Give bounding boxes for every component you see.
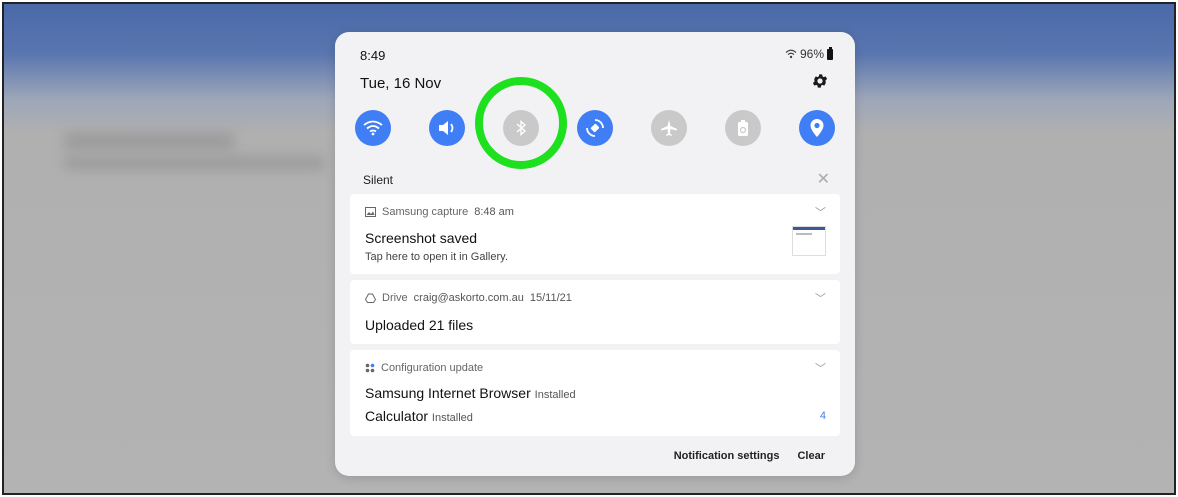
clear-button[interactable]: Clear	[797, 450, 825, 462]
wifi-toggle[interactable]	[355, 110, 391, 146]
status-time: 8:49	[360, 48, 386, 63]
chevron-down-icon[interactable]: ﹀	[815, 204, 826, 220]
installed-status: Installed	[431, 412, 473, 424]
notification-panel: 8:49 96% Tue, 16 Nov Silent ✕ Samsung ca…	[335, 32, 855, 476]
wifi-icon	[363, 120, 383, 136]
battery-icon	[827, 46, 833, 60]
notification-title: Uploaded 21 files	[365, 317, 474, 333]
image-icon	[365, 207, 376, 217]
notification-drive[interactable]: Drive craig@askorto.com.au 15/11/21 ﹀ Up…	[350, 280, 840, 344]
notification-settings-button[interactable]: Notification settings	[674, 450, 780, 462]
gear-icon[interactable]	[811, 72, 829, 90]
airplane-mode-toggle[interactable]	[651, 110, 687, 146]
battery-percent: 96%	[799, 47, 824, 61]
background-blur-subtitle	[64, 156, 324, 170]
screenshot-thumbnail[interactable]	[792, 226, 826, 256]
status-indicators: 96%	[785, 46, 833, 61]
notification-screenshot[interactable]: Samsung capture 8:48 am ﹀ Screenshot sav…	[350, 194, 840, 274]
app-name: Configuration update	[381, 362, 484, 374]
sound-toggle[interactable]	[429, 110, 465, 146]
configuration-icon	[365, 363, 375, 373]
rotate-icon	[586, 119, 604, 137]
chevron-down-icon[interactable]: ﹀	[815, 360, 826, 376]
location-pin-icon	[810, 119, 824, 137]
silent-section-header: Silent ✕	[350, 162, 840, 192]
notification-count: 4	[819, 410, 826, 422]
installed-app-name: Calculator	[365, 408, 429, 424]
notification-account: craig@askorto.com.au	[413, 292, 524, 304]
wifi-status-icon	[785, 49, 797, 59]
speaker-icon	[439, 121, 454, 135]
close-icon[interactable]: ✕	[817, 169, 830, 189]
notification-app-row: Drive craig@askorto.com.au 15/11/21	[365, 292, 572, 304]
drive-icon	[365, 293, 376, 303]
date-label: Tue, 16 Nov	[360, 75, 442, 92]
installed-app-name: Samsung Internet Browser	[365, 385, 531, 401]
location-toggle[interactable]	[799, 110, 835, 146]
bluetooth-highlight-circle	[475, 77, 567, 169]
notification-line: Calculator Installed	[365, 408, 473, 424]
installed-status: Installed	[534, 389, 576, 401]
power-saving-toggle[interactable]	[725, 110, 761, 146]
quick-settings-row	[335, 104, 855, 148]
panel-footer: Notification settings Clear	[674, 450, 825, 462]
screen-frame: 8:49 96% Tue, 16 Nov Silent ✕ Samsung ca…	[2, 2, 1176, 495]
app-name: Drive	[382, 292, 408, 304]
airplane-icon	[661, 120, 677, 136]
app-name: Samsung capture	[382, 206, 469, 218]
auto-rotate-toggle[interactable]	[577, 110, 613, 146]
silent-label: Silent	[363, 173, 394, 187]
chevron-down-icon[interactable]: ﹀	[815, 290, 826, 306]
background-blur-title	[64, 132, 234, 150]
notification-title: Screenshot saved	[365, 230, 478, 246]
notification-app-row: Configuration update	[365, 362, 483, 374]
notification-app-row: Samsung capture 8:48 am	[365, 206, 514, 218]
notification-line: Samsung Internet Browser Installed	[365, 385, 576, 401]
notification-configuration[interactable]: Configuration update ﹀ Samsung Internet …	[350, 350, 840, 436]
notification-time: 15/11/21	[529, 292, 572, 304]
battery-saver-icon	[738, 120, 748, 136]
notification-subtitle: Tap here to open it in Gallery.	[365, 251, 508, 263]
notification-time: 8:48 am	[474, 206, 514, 218]
